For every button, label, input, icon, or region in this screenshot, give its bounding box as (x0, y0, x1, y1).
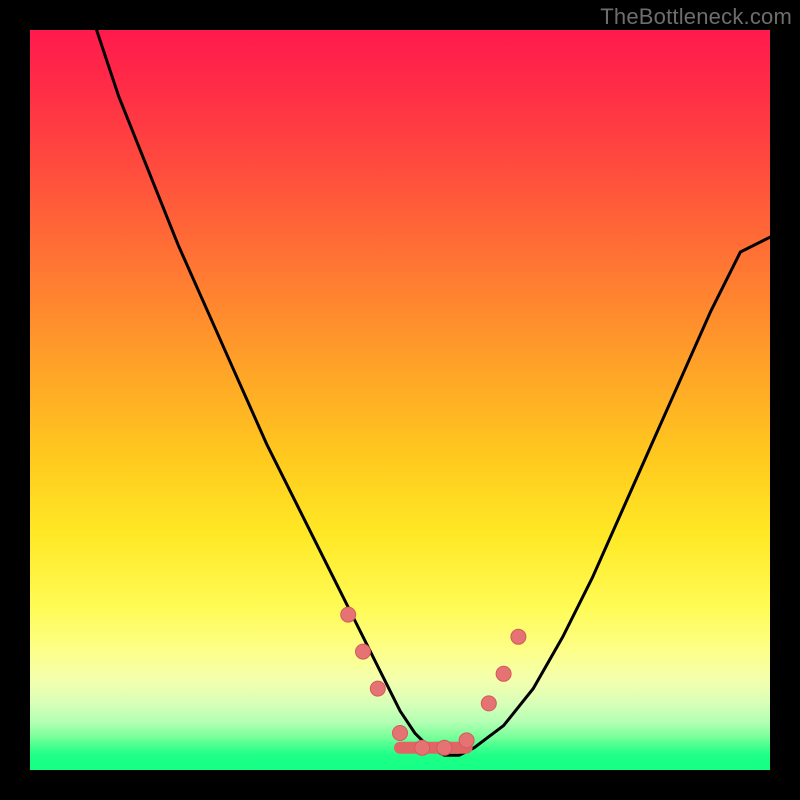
marker-flat-4 (459, 733, 474, 748)
marker-left-2 (356, 644, 371, 659)
marker-left-1 (341, 607, 356, 622)
bottleneck-curve (97, 30, 770, 755)
chart-svg (30, 30, 770, 770)
marker-group (341, 607, 526, 755)
watermark-text: TheBottleneck.com (600, 4, 792, 30)
marker-right-1 (481, 696, 496, 711)
marker-flat-1 (393, 726, 408, 741)
marker-left-3 (370, 681, 385, 696)
marker-flat-2 (415, 740, 430, 755)
marker-right-2 (496, 666, 511, 681)
marker-flat-3 (437, 740, 452, 755)
curve-group (97, 30, 770, 755)
plot-area (30, 30, 770, 770)
marker-right-3 (511, 629, 526, 644)
chart-frame: TheBottleneck.com (0, 0, 800, 800)
